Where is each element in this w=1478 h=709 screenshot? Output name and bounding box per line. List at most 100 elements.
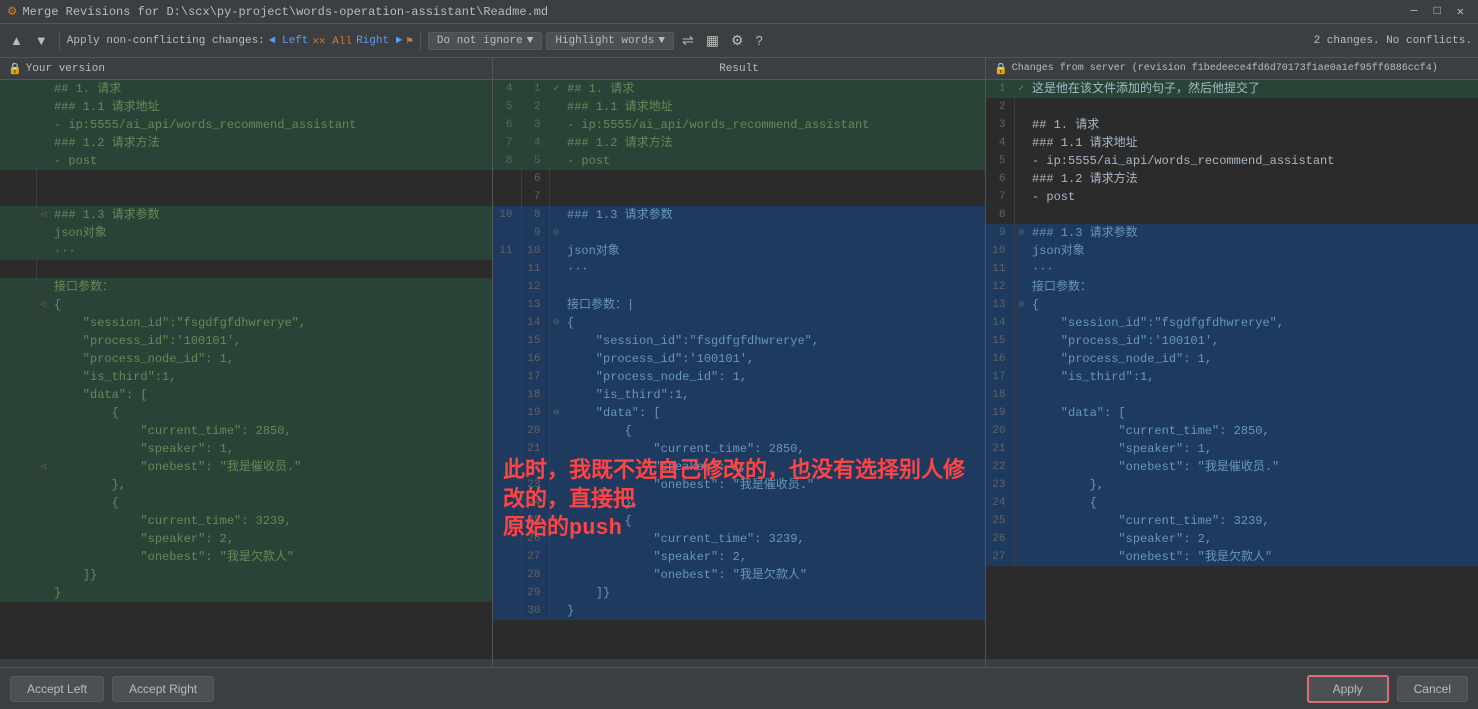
table-row: 25 "current_time": 3239,: [986, 512, 1478, 530]
table-row: ## 1. 请求: [0, 80, 492, 98]
help-btn[interactable]: ?: [752, 31, 767, 50]
right-panel: 🔒 Changes from server (revision f1bedeec…: [986, 58, 1478, 667]
table-row: "data": [: [0, 386, 492, 404]
table-row: 8: [986, 206, 1478, 224]
table-row: "current_time": 3239,: [0, 512, 492, 530]
title-bar: ⚙ Merge Revisions for D:\scx\py-project\…: [0, 0, 1478, 24]
table-row: 22 "onebest": "我是催收员.": [986, 458, 1478, 476]
center-panel-content[interactable]: 此时，我既不选自己修改的，也没有选择别人修改的，直接把原始的push 4 1 ✓…: [493, 80, 985, 659]
table-row: 19 "data": [: [986, 404, 1478, 422]
table-row: 22 "speaker": 1,: [493, 458, 985, 476]
window-title: Merge Revisions for D:\scx\py-project\wo…: [22, 5, 548, 19]
left-panel-header: 🔒 Your version: [0, 58, 492, 80]
table-row: 6 3 - ip:5555/ai_api/words_recommend_ass…: [493, 116, 985, 134]
table-row: 30 }: [493, 602, 985, 620]
changes-info: 2 changes. No conflicts.: [1314, 35, 1472, 47]
highlight-dropdown[interactable]: Highlight words ▼: [546, 32, 674, 50]
table-row: 7 - post: [986, 188, 1478, 206]
grid-icon[interactable]: ▦: [702, 30, 723, 51]
table-row: 23 },: [986, 476, 1478, 494]
table-row: "current_time": 2850,: [0, 422, 492, 440]
table-row: 6: [493, 170, 985, 188]
toolbar: ▲ ▼ Apply non-conflicting changes: ◄ Lef…: [0, 24, 1478, 58]
right-panel-content[interactable]: 1 ✓ 这是他在该文件添加的句子，然后他提交了 2 3 ## 1. 请求: [986, 80, 1478, 659]
table-row: 26 "current_time": 3239,: [493, 530, 985, 548]
settings-icon[interactable]: ⇌: [678, 30, 698, 51]
merge-icon: ⚙: [8, 3, 16, 20]
table-row: 6 ### 1.2 请求方法: [986, 170, 1478, 188]
table-row: ◁ ### 1.3 请求参数: [0, 206, 492, 224]
table-row: 28 "onebest": "我是欠款人": [493, 566, 985, 584]
table-row: ◁ "onebest": "我是催收员.": [0, 458, 492, 476]
close-btn[interactable]: ✕: [1451, 4, 1470, 19]
table-row: ◁ {: [0, 296, 492, 314]
minimize-btn[interactable]: ─: [1404, 4, 1423, 19]
apply-right-link[interactable]: Right ►: [356, 35, 402, 47]
cancel-button[interactable]: Cancel: [1397, 676, 1468, 702]
table-row: 10 8 ### 1.3 请求参数: [493, 206, 985, 224]
right-panel-title: Changes from server (revision f1bedeece4…: [1012, 63, 1438, 74]
table-row: 27 "speaker": 2,: [493, 548, 985, 566]
apply-left-link[interactable]: ◄ Left: [269, 35, 309, 47]
left-lock-icon: 🔒: [8, 62, 22, 76]
table-row: {: [0, 494, 492, 512]
table-row: 15 "session_id":"fsgdfgfdhwrerye",: [493, 332, 985, 350]
apply-label: Apply non-conflicting changes:: [67, 35, 265, 47]
maximize-btn[interactable]: □: [1428, 4, 1447, 19]
left-scrollbar[interactable]: [0, 659, 492, 667]
right-panel-header: 🔒 Changes from server (revision f1bedeec…: [986, 58, 1478, 80]
table-row: 9 ⊖: [493, 224, 985, 242]
prev-change-btn[interactable]: ▲: [6, 31, 27, 50]
next-change-btn[interactable]: ▼: [31, 31, 52, 50]
table-row: ### 1.1 请求地址: [0, 98, 492, 116]
ignore-dropdown[interactable]: Do not ignore ▼: [428, 32, 542, 50]
table-row: 5 - ip:5555/ai_api/words_recommend_assis…: [986, 152, 1478, 170]
table-row: 16 "process_node_id": 1,: [986, 350, 1478, 368]
main-area: 🔒 Your version ## 1. 请求: [0, 58, 1478, 667]
table-row: "speaker": 2,: [0, 530, 492, 548]
table-row: ### 1.2 请求方法: [0, 134, 492, 152]
table-row: 24 },: [493, 494, 985, 512]
table-row: 29 ]}: [493, 584, 985, 602]
table-row: 4 1 ✓ ## 1. 请求: [493, 80, 985, 98]
table-row: 8 5 - post: [493, 152, 985, 170]
flag-icon: ⚑: [406, 34, 413, 48]
center-scrollbar[interactable]: [493, 659, 985, 667]
table-row: }: [0, 584, 492, 602]
right-code-table: 1 ✓ 这是他在该文件添加的句子，然后他提交了 2 3 ## 1. 请求: [986, 80, 1478, 566]
table-row: 3 ## 1. 请求: [986, 116, 1478, 134]
table-row: 17 "is_third":1,: [986, 368, 1478, 386]
table-row: 13 ⊖ {: [986, 296, 1478, 314]
apply-all-link[interactable]: ✕✕ All: [312, 34, 352, 48]
table-row: 18: [986, 386, 1478, 404]
table-row: [0, 260, 492, 278]
accept-right-button[interactable]: Accept Right: [112, 676, 214, 702]
table-row: "process_id":'100101',: [0, 332, 492, 350]
left-panel-content[interactable]: ## 1. 请求 ### 1.1 请求地址 - ip:5555/ai_api/w…: [0, 80, 492, 659]
table-row: 10 json对象: [986, 242, 1478, 260]
table-row: 11 ···: [493, 260, 985, 278]
center-panel-header: Result: [493, 58, 985, 80]
left-panel: 🔒 Your version ## 1. 请求: [0, 58, 493, 667]
table-row: 20 "current_time": 2850,: [986, 422, 1478, 440]
apply-button[interactable]: Apply: [1307, 675, 1389, 703]
table-row: {: [0, 404, 492, 422]
table-row: 5 2 ### 1.1 请求地址: [493, 98, 985, 116]
center-panel: Result 此时，我既不选自己修改的，也没有选择别人修改的，直接把原始的pus…: [493, 58, 986, 667]
table-row: 18 "is_third":1,: [493, 386, 985, 404]
table-row: 2: [986, 98, 1478, 116]
table-row: "session_id":"fsgdfgfdhwrerye",: [0, 314, 492, 332]
table-row: 17 "process_node_id": 1,: [493, 368, 985, 386]
gear-icon[interactable]: ⚙: [727, 30, 748, 51]
dropdown-arrow-icon: ▼: [527, 35, 534, 47]
table-row: 27 "onebest": "我是欠款人": [986, 548, 1478, 566]
left-code-table: ## 1. 请求 ### 1.1 请求地址 - ip:5555/ai_api/w…: [0, 80, 492, 602]
table-row: - ip:5555/ai_api/words_recommend_assista…: [0, 116, 492, 134]
table-row: 26 "speaker": 2,: [986, 530, 1478, 548]
table-row: ]}: [0, 566, 492, 584]
right-scrollbar[interactable]: [986, 659, 1478, 667]
table-row: 21 "current_time": 2850,: [493, 440, 985, 458]
accept-left-button[interactable]: Accept Left: [10, 676, 104, 702]
table-row: "is_third":1,: [0, 368, 492, 386]
table-row: [0, 170, 492, 188]
